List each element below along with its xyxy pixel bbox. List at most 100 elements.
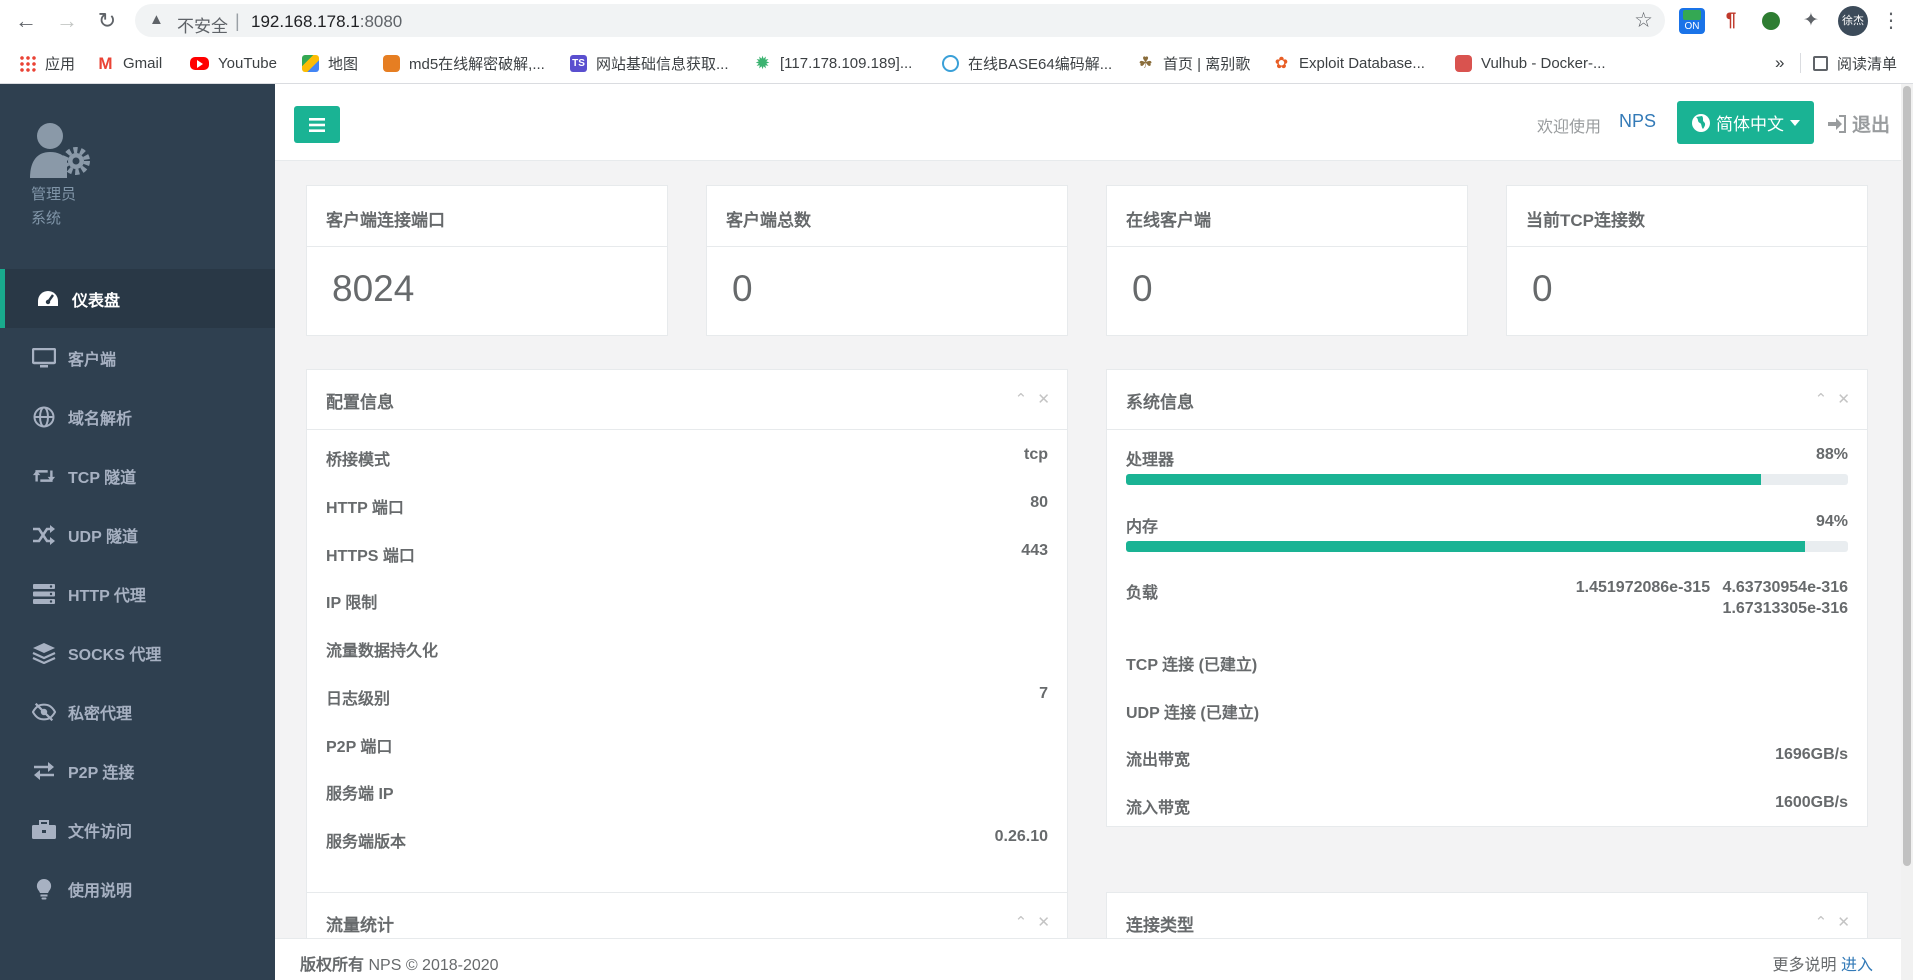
language-dropdown[interactable]: 简体中文 xyxy=(1677,101,1814,144)
insecure-label: 不安全 xyxy=(177,17,228,36)
scrollbar-thumb[interactable] xyxy=(1903,86,1911,866)
bookmark-label: Gmail xyxy=(123,54,163,72)
bookmark-ip[interactable]: ✹ [117.178.109.189]... xyxy=(754,51,912,75)
close-icon[interactable]: ✕ xyxy=(1837,914,1850,931)
stat-title: 客户端连接端口 xyxy=(326,211,445,230)
bookmark-apps[interactable]: 应用 xyxy=(19,51,75,75)
menu-toggle-button[interactable] xyxy=(294,106,340,143)
row-key: TCP 连接 (已建立) xyxy=(1126,657,1258,674)
divider xyxy=(1107,246,1467,247)
bookmark-leavesongs[interactable]: ☘ 首页 | 离别歌 xyxy=(1137,51,1250,75)
logout-button[interactable]: 退出 xyxy=(1828,110,1890,137)
reload-icon[interactable]: ↻ xyxy=(92,6,122,36)
bookmark-label: 首页 | 离别歌 xyxy=(1163,55,1251,73)
close-icon[interactable]: ✕ xyxy=(1037,914,1050,931)
bookmark-label: 在线BASE64编码解... xyxy=(968,55,1113,73)
briefcase-icon xyxy=(32,819,56,841)
sidebar-item-help[interactable]: 使用说明 xyxy=(0,859,275,918)
sidebar-item-secret[interactable]: 私密代理 xyxy=(0,682,275,741)
more-bookmarks-button[interactable]: » xyxy=(1775,51,1784,75)
sidebar-item-dashboard[interactable]: 仪表盘 xyxy=(0,269,275,328)
stat-card-online-clients: 在线客户端 0 xyxy=(1106,185,1468,336)
back-icon[interactable]: ← xyxy=(11,6,41,36)
panel-tools: ⌃ ✕ xyxy=(1815,913,1850,931)
chevron-up-icon[interactable]: ⌃ xyxy=(1815,914,1828,931)
green-extension-icon[interactable] xyxy=(1758,8,1784,34)
row-value: 88% xyxy=(1815,446,1848,463)
sidebar-item-files[interactable]: 文件访问 xyxy=(0,800,275,859)
bookmark-youtube[interactable]: YouTube xyxy=(190,51,277,75)
panel-tools: ⌃ ✕ xyxy=(1815,390,1850,408)
row-key: 服务端版本 xyxy=(326,834,407,851)
row-key: IP 限制 xyxy=(326,595,378,612)
puzzle-extension-icon[interactable]: ✦ xyxy=(1798,8,1824,34)
sidebar-item-domain[interactable]: 域名解析 xyxy=(0,387,275,446)
config-row: 服务端版本 0.26.10 xyxy=(326,828,1048,851)
bookmark-vulhub[interactable]: Vulhub - Docker-... xyxy=(1455,51,1606,75)
reading-list-button[interactable]: 阅读清单 xyxy=(1813,51,1897,75)
copyright-text: NPS © 2018-2020 xyxy=(368,957,499,974)
inbound-bandwidth-row: 流入带宽 1600GB/s xyxy=(1126,794,1848,817)
sidebar-item-label: 仪表盘 xyxy=(72,292,121,310)
caret-down-icon xyxy=(1790,119,1800,126)
profile-avatar[interactable]: 徐杰 xyxy=(1838,6,1868,36)
sidebar-item-label: 域名解析 xyxy=(68,410,133,428)
hamburger-icon xyxy=(309,117,325,132)
memory-row: 内存 94% xyxy=(1126,513,1848,536)
forward-icon[interactable]: → xyxy=(52,6,82,36)
address-bar[interactable]: ▲ 不安全 | 192.168.178.1:8080 ☆ xyxy=(135,4,1665,37)
sidebar-item-http[interactable]: HTTP 代理 xyxy=(0,564,275,623)
sidebar-item-clients[interactable]: 客户端 xyxy=(0,328,275,387)
outbound-bandwidth-row: 流出带宽 1696GB/s xyxy=(1126,746,1848,769)
chevron-up-icon[interactable]: ⌃ xyxy=(1815,391,1828,408)
bookmark-maps[interactable]: 地图 xyxy=(302,51,358,75)
udp-established-row: UDP 连接 (已建立) xyxy=(1126,699,1848,722)
sidebar-item-socks[interactable]: SOCKS 代理 xyxy=(0,623,275,682)
row-key: HTTP 端口 xyxy=(326,500,404,517)
sidebar-item-udp[interactable]: UDP 隧道 xyxy=(0,505,275,564)
bookmark-base64[interactable]: 在线BASE64编码解... xyxy=(942,51,1112,75)
panel-tools: ⌃ ✕ xyxy=(1015,913,1050,931)
browser-toolbar: ← → ↻ ▲ 不安全 | 192.168.178.1:8080 ☆ ON ¶ … xyxy=(0,0,1913,42)
chevron-up-icon[interactable]: ⌃ xyxy=(1015,391,1028,408)
user-name[interactable]: 管理员 xyxy=(31,183,76,204)
config-info-panel: 配置信息 ⌃ ✕ 桥接模式 tcp HTTP 端口 80 HTTPS 端口 443 I… xyxy=(306,369,1068,946)
reading-list-label: 阅读清单 xyxy=(1837,55,1898,73)
retweet-icon xyxy=(32,465,56,487)
close-icon[interactable]: ✕ xyxy=(1037,391,1050,408)
bookmark-exploit-db[interactable]: ✿ Exploit Database... xyxy=(1273,51,1425,75)
exploit-db-icon: ✿ xyxy=(1274,54,1289,72)
divider xyxy=(1107,429,1867,430)
youtube-icon xyxy=(190,56,209,70)
config-row: 日志级别 7 xyxy=(326,685,1048,708)
language-label: 简体中文 xyxy=(1716,115,1784,134)
row-key: 服务端 IP xyxy=(326,786,394,803)
sidebar-item-p2p[interactable]: P2P 连接 xyxy=(0,741,275,800)
base64-icon xyxy=(942,54,959,72)
proxy-extension-icon[interactable]: ON xyxy=(1679,8,1705,34)
sidebar-item-label: HTTP 代理 xyxy=(68,587,146,605)
page-scrollbar[interactable] xyxy=(1901,84,1913,980)
bookmark-label: Exploit Database... xyxy=(1299,54,1425,72)
gmail-icon: M xyxy=(98,53,113,73)
row-key: 内存 xyxy=(1126,519,1159,536)
row-key: 流出带宽 xyxy=(1126,752,1191,769)
bookmark-label: Vulhub - Docker-... xyxy=(1481,54,1606,72)
shuffle-icon xyxy=(32,524,56,546)
more-link[interactable]: 进入 xyxy=(1841,957,1873,974)
bookmarks-divider xyxy=(1800,53,1801,73)
bookmarks-bar: 应用 M Gmail YouTube 地图 md5在线解密破解,... TS 网… xyxy=(0,46,1913,80)
url-separator: | xyxy=(235,11,240,31)
close-icon[interactable]: ✕ xyxy=(1837,391,1850,408)
brand-link[interactable]: NPS xyxy=(1619,111,1656,132)
chevron-up-icon[interactable]: ⌃ xyxy=(1015,914,1028,931)
bookmark-gmail[interactable]: M Gmail xyxy=(97,51,162,75)
pilcrow-extension-icon[interactable]: ¶ xyxy=(1718,8,1744,34)
sidebar-item-label: UDP 隧道 xyxy=(68,528,138,546)
browser-menu-icon[interactable]: ⋮ xyxy=(1876,6,1906,36)
bookmark-ts[interactable]: TS 网站基础信息获取... xyxy=(570,51,729,75)
sidebar-item-tcp[interactable]: TCP 隧道 xyxy=(0,446,275,505)
row-value: 1696GB/s xyxy=(1775,746,1848,763)
bookmark-star-icon[interactable]: ☆ xyxy=(1634,8,1653,33)
bookmark-md5[interactable]: md5在线解密破解,... xyxy=(383,51,545,75)
